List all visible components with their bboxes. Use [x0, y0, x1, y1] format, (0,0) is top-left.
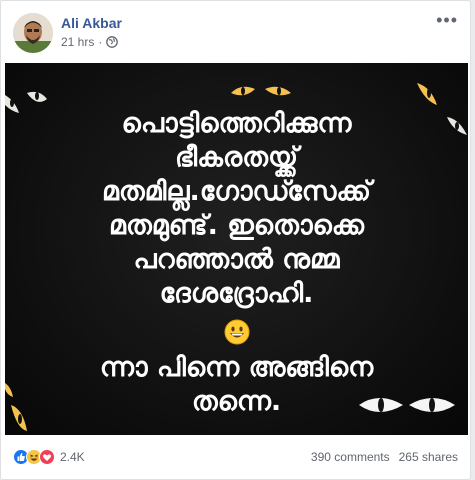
shares-count[interactable]: 265 shares [399, 450, 458, 464]
reaction-count[interactable]: 2.4K [60, 450, 85, 464]
love-icon [39, 449, 55, 465]
more-options-icon[interactable]: ••• [436, 11, 458, 29]
avatar[interactable] [13, 13, 53, 53]
comments-count[interactable]: 390 comments [311, 450, 390, 464]
meta-separator: · [98, 35, 103, 49]
image-text-line: ദേശദ്രോഹി. [159, 278, 314, 309]
globe-icon[interactable] [106, 36, 119, 48]
image-text-line: ഭീകരതയ്ക്ക് [174, 142, 299, 173]
reactions-summary[interactable]: 2.4K [13, 449, 85, 465]
post-image[interactable]: പൊട്ടിത്തെറിക്കുന്ന ഭീകരതയ്ക്ക് മതമില്ല.… [5, 63, 468, 435]
image-text: പൊട്ടിത്തെറിക്കുന്ന ഭീകരതയ്ക്ക് മതമില്ല.… [5, 107, 468, 419]
grinning-face-emoji [224, 319, 249, 345]
post-header: Ali Akbar 21 hrs · ••• [13, 11, 458, 55]
image-text-line: പൊട്ടിത്തെറിക്കുന്ന [121, 108, 352, 139]
author-name[interactable]: Ali Akbar [61, 15, 122, 31]
post-stats: 2.4K 390 comments 265 shares [13, 445, 458, 469]
image-text-line: തന്നെ. [191, 386, 282, 417]
image-text-line: മതമില്ല.ഗോഡ്സേക്ക് [101, 176, 372, 207]
post-meta: 21 hrs · [61, 35, 119, 49]
post-card: Ali Akbar 21 hrs · ••• പൊട്ടിത്തെറിക്കുന… [0, 0, 471, 480]
cat-eyes-top-icon [231, 86, 291, 96]
image-text-line: മതമുണ്ട്. ഇതൊക്കെ [108, 210, 364, 241]
engagement-stats: 390 comments 265 shares [311, 450, 458, 464]
image-text-line: ന്നാ പിന്നെ അങ്ങിനെ [99, 352, 374, 383]
post-timestamp[interactable]: 21 hrs [61, 35, 94, 49]
image-text-line: പറഞ്ഞാൽ നുമ്മ [133, 244, 340, 275]
